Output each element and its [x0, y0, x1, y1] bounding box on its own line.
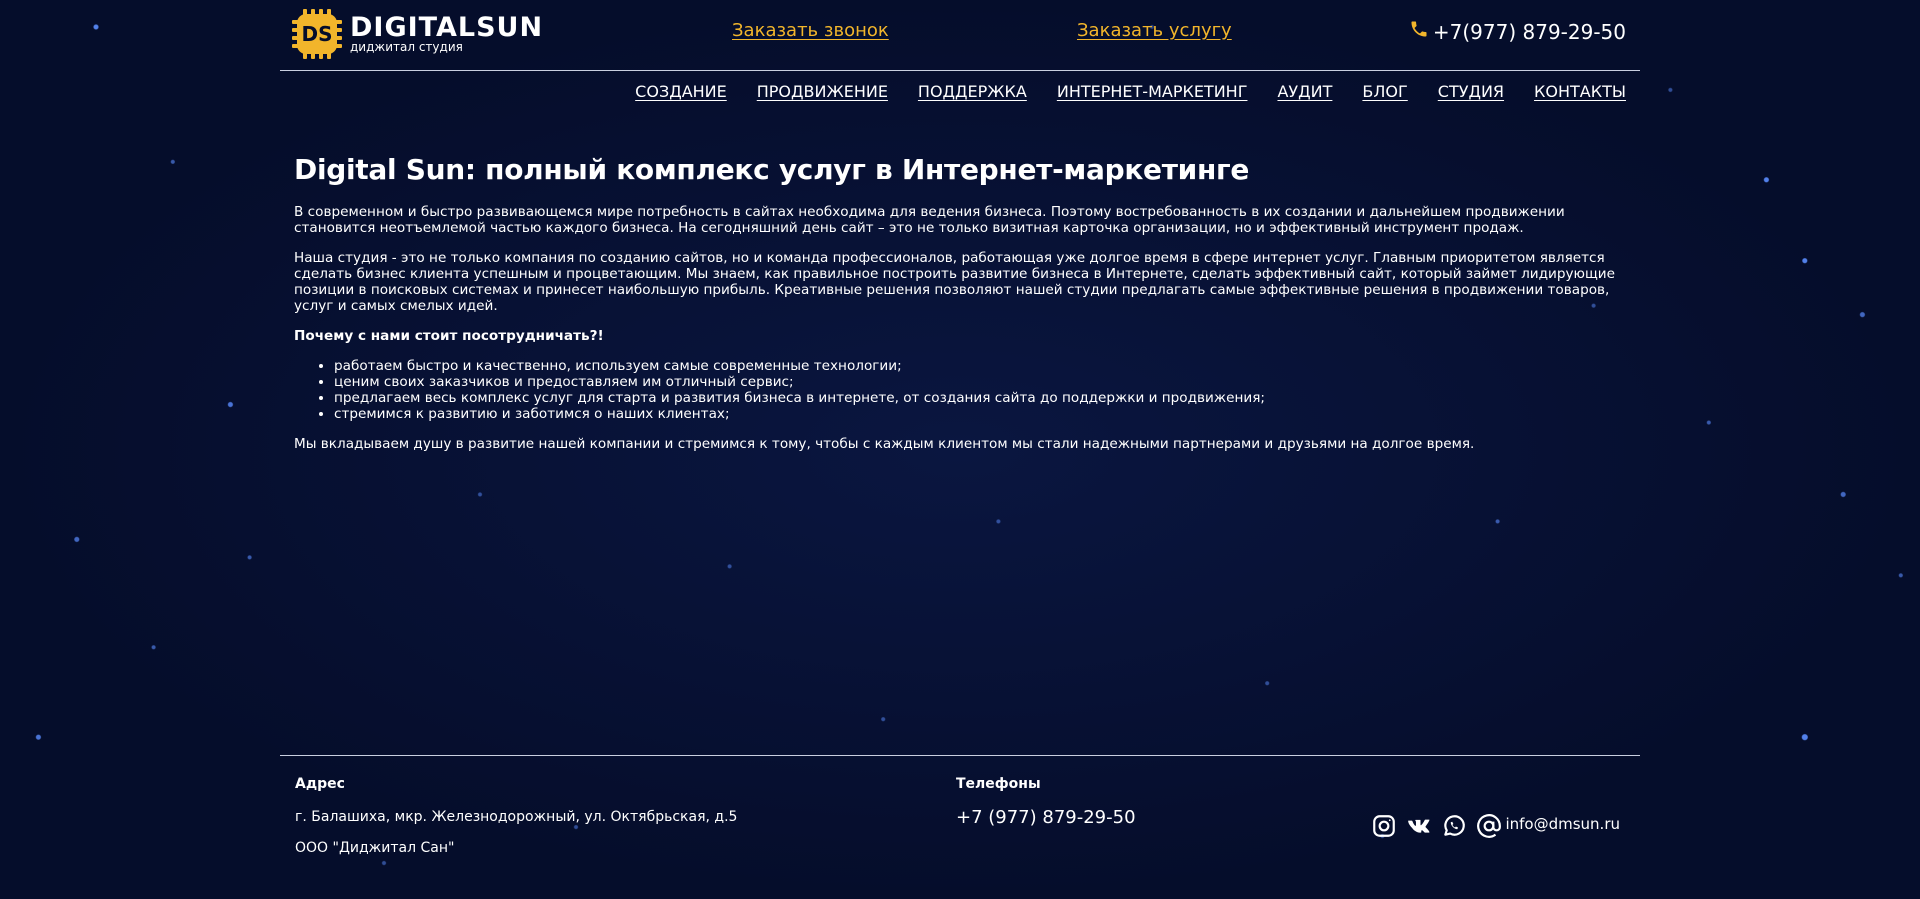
- nav-item-contacts[interactable]: КОНТАКТЫ: [1534, 82, 1626, 101]
- list-item: стремимся к развитию и заботимся о наших…: [334, 406, 1626, 422]
- closing-paragraph: Мы вкладываем душу в развитие нашей комп…: [294, 436, 1475, 452]
- why-heading: Почему с нами стоит посотрудничать?!: [294, 328, 604, 344]
- order-service-link[interactable]: Заказать услугу: [1077, 20, 1232, 41]
- nav-item-audit[interactable]: АУДИТ: [1277, 82, 1332, 101]
- site-header: DS DIGITALSUN диджитал студия Заказать з…: [280, 0, 1640, 71]
- nav-item-promotion[interactable]: ПРОДВИЖЕНИЕ: [757, 82, 888, 101]
- list-item: ценим своих заказчиков и предоставляем и…: [334, 374, 1626, 390]
- callback-link[interactable]: Заказать звонок: [732, 20, 889, 41]
- logo-title: DIGITALSUN: [350, 12, 544, 43]
- logo-badge-letters: DS: [301, 22, 332, 46]
- site-footer: Адрес г. Балашиха, мкр. Железнодорожный,…: [280, 755, 1640, 886]
- address-text: г. Балашиха, мкр. Железнодорожный, ул. О…: [295, 809, 738, 825]
- phone-icon: [1409, 19, 1433, 44]
- list-item: предлагаем весь комплекс услуг для старт…: [334, 390, 1626, 406]
- social-links: info@dmsun.ru: [1363, 812, 1620, 840]
- logo-subtitle: диджитал студия: [350, 40, 463, 54]
- benefits-list: работаем быстро и качественно, используе…: [294, 358, 1626, 422]
- footer-phones-column: Телефоны +7 (977) 879-29-50: [956, 776, 1136, 828]
- nav-item-blog[interactable]: БЛОГ: [1362, 82, 1407, 101]
- whatsapp-icon[interactable]: [1440, 812, 1468, 840]
- nav-item-studio[interactable]: СТУДИЯ: [1438, 82, 1504, 101]
- phones-heading: Телефоны: [956, 776, 1041, 792]
- vk-icon[interactable]: [1405, 812, 1433, 840]
- instagram-icon[interactable]: [1370, 812, 1398, 840]
- company-name: ООО "Диджитал Сан": [295, 840, 455, 856]
- nav-item-support[interactable]: ПОДДЕРЖКА: [918, 82, 1027, 101]
- nav-item-creation[interactable]: СОЗДАНИЕ: [635, 82, 727, 101]
- footer-address-column: Адрес г. Балашиха, мкр. Железнодорожный,…: [295, 776, 737, 871]
- footer-phone[interactable]: +7 (977) 879-29-50: [956, 807, 1136, 828]
- address-heading: Адрес: [295, 776, 345, 792]
- header-phone[interactable]: +7(977) 879-29-50: [1409, 19, 1626, 44]
- footer-email[interactable]: info@dmsun.ru: [1505, 815, 1620, 833]
- main-content: Digital Sun: полный комплекс услуг в Инт…: [280, 150, 1640, 466]
- at-sign-icon[interactable]: [1475, 812, 1503, 840]
- studio-paragraph: Наша студия - это не только компания по …: [294, 250, 1615, 314]
- logo[interactable]: DS DIGITALSUN диджитал студия: [290, 7, 543, 61]
- intro-paragraph: В современном и быстро развивающемся мир…: [294, 204, 1565, 236]
- logo-badge-icon: DS: [290, 7, 344, 61]
- page-title: Digital Sun: полный комплекс услуг в Инт…: [294, 153, 1250, 186]
- list-item: работаем быстро и качественно, используе…: [334, 358, 1626, 374]
- nav-item-internet-marketing[interactable]: ИНТЕРНЕТ-МАРКЕТИНГ: [1057, 82, 1248, 101]
- header-phone-number: +7(977) 879-29-50: [1432, 19, 1626, 44]
- main-nav: СОЗДАНИЕ ПРОДВИЖЕНИЕ ПОДДЕРЖКА ИНТЕРНЕТ-…: [280, 82, 1640, 108]
